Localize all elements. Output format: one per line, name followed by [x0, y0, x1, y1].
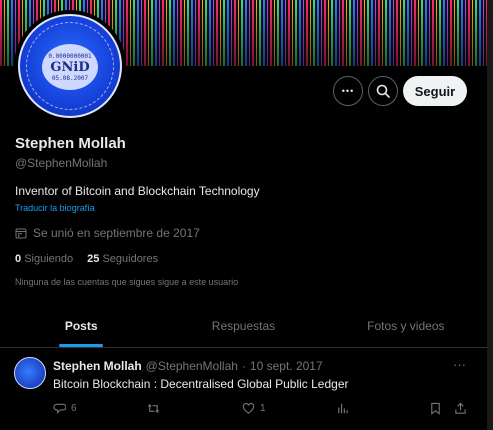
tweet-header: Stephen Mollah @StephenMollah · 10 sept.…: [53, 359, 323, 373]
tab-posts[interactable]: Posts: [0, 304, 162, 347]
translate-bio-link[interactable]: Traducir la biografía: [15, 203, 95, 213]
more-icon: •••: [341, 86, 355, 96]
avatar-emblem: 0.0000000001 GNiD 05.08.2007: [18, 14, 122, 118]
more-options-button[interactable]: •••: [333, 76, 363, 106]
tweet-actions: 6 1: [53, 402, 469, 418]
joined-date: Se unió en septiembre de 2017: [15, 226, 200, 240]
followers-count: 25: [87, 253, 100, 265]
profile-tabs: Posts Respuestas Fotos y videos: [0, 304, 487, 348]
tweet-separator: ·: [241, 359, 246, 373]
tweet-author-handle[interactable]: @StephenMollah: [146, 359, 238, 373]
scrollbar[interactable]: [487, 0, 493, 430]
follow-button[interactable]: Seguir: [403, 76, 467, 106]
calendar-icon: [15, 228, 27, 239]
search-icon: [376, 84, 390, 98]
views-button[interactable]: [336, 402, 349, 415]
profile-handle: @StephenMollah: [15, 156, 108, 170]
tab-media[interactable]: Fotos y videos: [325, 304, 487, 347]
avatar-core: 0.0000000001 GNiD 05.08.2007: [42, 44, 98, 90]
views-icon: [338, 403, 348, 414]
followers-label: Seguidores: [102, 253, 159, 265]
following-link[interactable]: 0 Siguiendo: [15, 253, 73, 265]
like-button[interactable]: 1: [242, 402, 266, 415]
reply-icon: [53, 403, 66, 415]
following-count: 0: [15, 253, 22, 265]
following-label: Siguiendo: [24, 253, 74, 265]
reply-button[interactable]: 6: [53, 402, 77, 415]
profile-bio: Inventor of Bitcoin and Blockchain Techn…: [15, 184, 260, 198]
joined-text: Se unió en septiembre de 2017: [33, 226, 200, 240]
profile-avatar[interactable]: 0.0000000001 GNiD 05.08.2007: [14, 10, 126, 122]
follow-stats: 0 Siguiendo 25 Seguidores: [15, 253, 158, 265]
bookmark-button[interactable]: [429, 402, 442, 415]
like-count: 1: [260, 403, 266, 414]
share-icon: [455, 402, 466, 414]
tweet-more-icon[interactable]: ···: [453, 357, 466, 372]
reply-count: 6: [71, 403, 77, 414]
bookmark-icon: [431, 402, 440, 415]
tweet-author-name[interactable]: Stephen Mollah: [53, 359, 142, 373]
heart-icon: [242, 402, 255, 414]
tweet-text: Bitcoin Blockchain : Decentralised Globa…: [53, 377, 349, 391]
mutual-followers-note: Ninguna de las cuentas que sigues sigue …: [15, 277, 239, 287]
profile-name: Stephen Mollah: [15, 135, 126, 152]
retweet-icon: [147, 403, 160, 414]
followers-link[interactable]: 25 Seguidores: [87, 253, 158, 265]
tweet-date[interactable]: 10 sept. 2017: [250, 359, 323, 373]
tab-replies[interactable]: Respuestas: [162, 304, 324, 347]
retweet-button[interactable]: [147, 402, 165, 415]
avatar-date: 05.08.2007: [51, 74, 89, 82]
avatar-serial: 0.0000000001: [48, 52, 92, 60]
tweet-avatar[interactable]: [14, 357, 46, 389]
search-button[interactable]: [368, 76, 398, 106]
tweet[interactable]: Stephen Mollah @StephenMollah · 10 sept.…: [0, 349, 487, 430]
share-button[interactable]: [454, 402, 467, 415]
avatar-emblem-text: GNiD: [50, 59, 90, 75]
